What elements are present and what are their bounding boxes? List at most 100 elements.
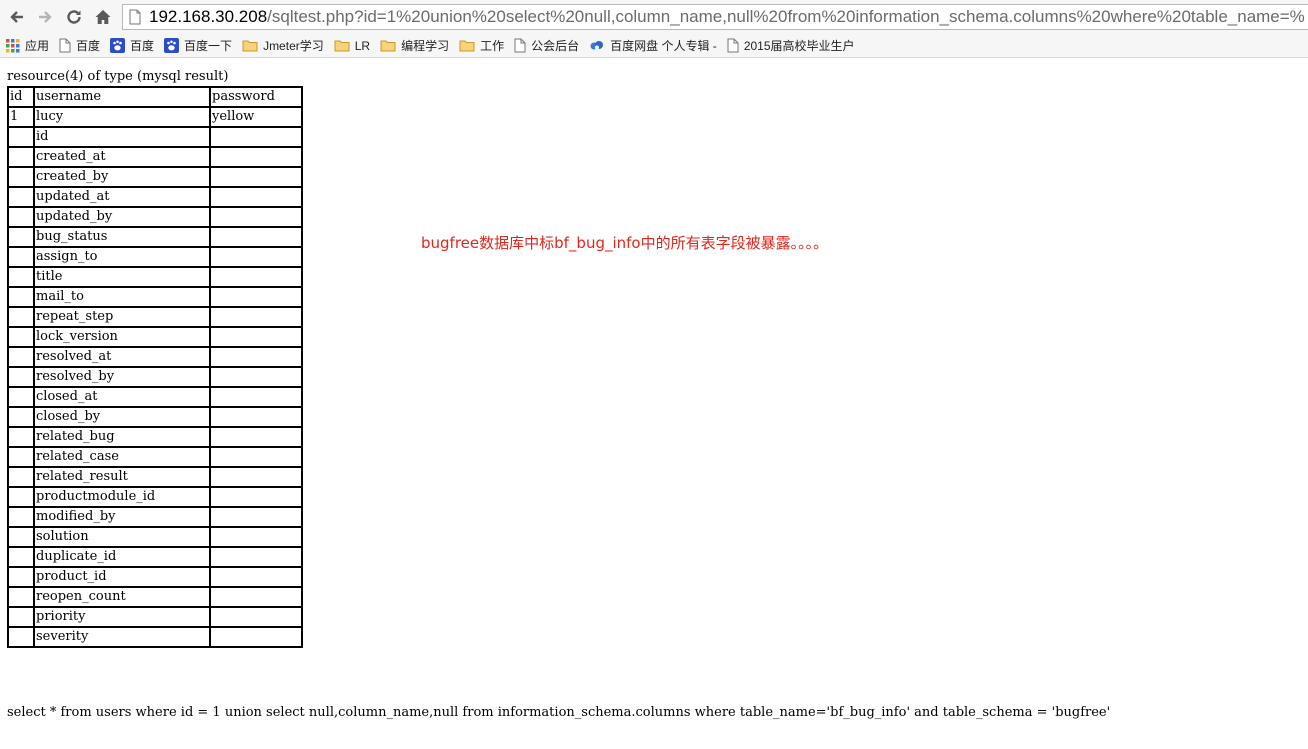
table-cell: related_case [34, 447, 210, 467]
bookmark-label: 编程学习 [401, 39, 450, 53]
table-cell: related_result [34, 467, 210, 487]
folder-icon [334, 39, 355, 52]
resource-line: resource(4) of type (mysql result) [7, 69, 229, 84]
bookmark-item[interactable]: 百度 [59, 37, 100, 54]
column-header: id [8, 87, 34, 107]
table-cell [8, 367, 34, 387]
table-cell [8, 467, 34, 487]
table-row: resolved_at [8, 347, 302, 367]
browser-toolbar: 192.168.30.208/sqltest.php?id=1%20union%… [0, 0, 1308, 35]
table-cell: id [34, 127, 210, 147]
table-row: repeat_step [8, 307, 302, 327]
bookmark-item[interactable]: 百度 [110, 37, 154, 54]
table-cell: bug_status [34, 227, 210, 247]
address-bar[interactable]: 192.168.30.208/sqltest.php?id=1%20union%… [122, 4, 1308, 30]
table-row: modified_by [8, 507, 302, 527]
bookmark-item[interactable]: 应用 [6, 37, 49, 54]
table-cell [210, 247, 302, 267]
annotation-text: bugfree数据库中标bf_bug_info中的所有表字段被暴露。。。。 [421, 234, 829, 252]
table-cell [8, 567, 34, 587]
bookmark-item[interactable]: 百度一下 [164, 37, 232, 54]
url-host: 192.168.30.208 [149, 7, 268, 26]
column-header: username [34, 87, 210, 107]
table-cell: updated_by [34, 207, 210, 227]
bookmark-item[interactable]: 编程学习 [380, 37, 449, 54]
bookmark-label: Jmeter学习 [263, 39, 324, 53]
table-row: related_result [8, 467, 302, 487]
sql-query-line: select * from users where id = 1 union s… [7, 705, 1111, 720]
table-cell [210, 267, 302, 287]
table-cell [8, 287, 34, 307]
page-icon [59, 38, 76, 53]
table-row: resolved_by [8, 367, 302, 387]
bookmark-label: 百度 [76, 39, 101, 53]
bookmark-item[interactable]: 2015届高校毕业生户 [727, 37, 855, 54]
folder-icon [242, 39, 263, 52]
table-cell: assign_to [34, 247, 210, 267]
forward-icon[interactable] [34, 6, 56, 28]
table-cell [210, 367, 302, 387]
table-cell [8, 507, 34, 527]
page-icon [514, 38, 531, 53]
table-cell [210, 427, 302, 447]
table-cell [210, 387, 302, 407]
table-row: related_bug [8, 427, 302, 447]
table-cell: duplicate_id [34, 547, 210, 567]
table-cell [210, 347, 302, 367]
table-cell: lucy [34, 107, 210, 127]
table-row: mail_to [8, 287, 302, 307]
table-cell [210, 187, 302, 207]
table-row: updated_by [8, 207, 302, 227]
table-cell [210, 507, 302, 527]
table-row: lock_version [8, 327, 302, 347]
back-icon[interactable] [6, 6, 28, 28]
table-row: bug_status [8, 227, 302, 247]
table-cell: created_at [34, 147, 210, 167]
table-cell [210, 207, 302, 227]
table-cell: 1 [8, 107, 34, 127]
table-cell [8, 207, 34, 227]
bookmark-label: 公会后台 [531, 39, 580, 53]
bookmark-item[interactable]: LR [334, 39, 370, 53]
table-row: id [8, 127, 302, 147]
reload-icon[interactable] [63, 6, 85, 28]
table-cell: repeat_step [34, 307, 210, 327]
bookmark-item[interactable]: 百度网盘 个人专辑 - [589, 37, 717, 54]
baidu-paw-icon [110, 38, 130, 53]
table-cell [210, 327, 302, 347]
table-cell: closed_at [34, 387, 210, 407]
table-cell: lock_version [34, 327, 210, 347]
url-path: /sqltest.php?id=1%20union%20select%20nul… [267, 7, 1305, 26]
table-cell [210, 407, 302, 427]
bookmark-item[interactable]: Jmeter学习 [242, 37, 324, 54]
table-cell [210, 127, 302, 147]
table-cell [210, 147, 302, 167]
table-cell: productmodule_id [34, 487, 210, 507]
table-row: created_by [8, 167, 302, 187]
table-cell [8, 487, 34, 507]
table-cell [8, 447, 34, 467]
folder-icon [380, 39, 401, 52]
bookmark-label: 2015届高校毕业生户 [743, 39, 855, 53]
bookmark-label: 百度一下 [184, 39, 233, 53]
bookmark-item[interactable]: 工作 [459, 37, 504, 54]
bookmarks-bar: 应用 百度 百度 百度一下 Jmeter学习 LR 编程学习 工作 公会后台 百度网盘 个人专辑 … [0, 34, 1308, 58]
table-row: title [8, 267, 302, 287]
table-row: duplicate_id [8, 547, 302, 567]
table-cell [210, 607, 302, 627]
table-cell [8, 547, 34, 567]
table-row: priority [8, 607, 302, 627]
home-icon[interactable] [92, 6, 114, 28]
table-cell: title [34, 267, 210, 287]
cloud-icon [589, 39, 610, 52]
bookmark-item[interactable]: 公会后台 [514, 37, 579, 54]
table-cell: priority [34, 607, 210, 627]
table-row: productmodule_id [8, 487, 302, 507]
table-cell [8, 407, 34, 427]
table-cell: severity [34, 627, 210, 647]
column-header: password [210, 87, 302, 107]
table-cell [8, 227, 34, 247]
table-cell: created_by [34, 167, 210, 187]
table-cell [8, 307, 34, 327]
apps-grid-icon [6, 38, 25, 53]
